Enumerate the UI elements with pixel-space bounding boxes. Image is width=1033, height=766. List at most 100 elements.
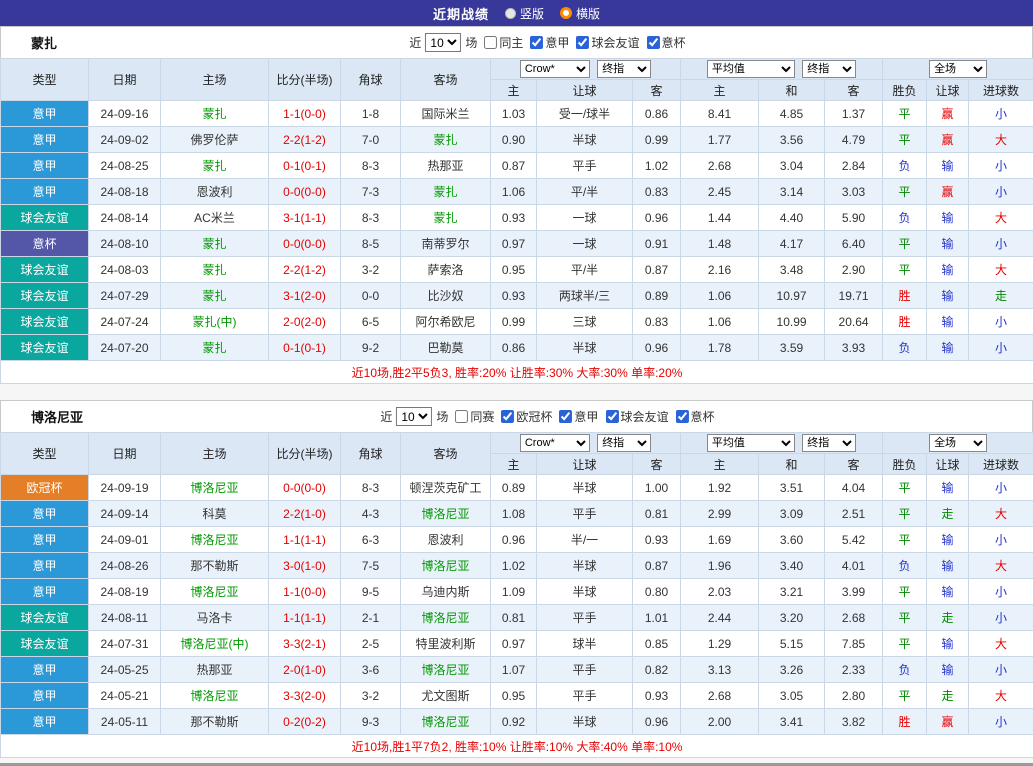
odds-provider-select[interactable]: Crow* bbox=[520, 60, 590, 78]
odds-provider-select[interactable]: Crow* bbox=[520, 434, 590, 452]
away-team-cell: 蒙扎 bbox=[401, 127, 491, 153]
col-header-corner: 角球 bbox=[341, 433, 401, 475]
score-cell: 3-1(1-1) bbox=[269, 205, 341, 231]
away-team-cell: 萨索洛 bbox=[401, 257, 491, 283]
filter-checkbox[interactable]: 欧冠杯 bbox=[494, 408, 552, 425]
results-table: 类型 日期 主场 比分(半场) 角球 客场 Crow* 终指 平均值 终指 全场 bbox=[0, 58, 1033, 384]
checkbox-input[interactable] bbox=[675, 410, 688, 423]
filter-checkbox[interactable]: 意甲 bbox=[523, 34, 569, 51]
odds-away-cell: 0.99 bbox=[633, 127, 681, 153]
avg-stage-select[interactable]: 终指 bbox=[802, 434, 856, 452]
avg-home-cell: 2.16 bbox=[681, 257, 759, 283]
scope-select[interactable]: 全场 bbox=[929, 434, 987, 452]
checkbox-input[interactable] bbox=[646, 36, 659, 49]
checkbox-input[interactable] bbox=[530, 36, 543, 49]
match-row: 意甲24-09-16蒙扎1-1(0-0)1-8国际米兰1.03受一/球半0.86… bbox=[1, 101, 1033, 127]
checkbox-input[interactable] bbox=[501, 410, 514, 423]
result-cell: 平 bbox=[883, 257, 927, 283]
checkbox-input[interactable] bbox=[559, 410, 572, 423]
layout-radio-horizontal[interactable]: 横版 bbox=[560, 5, 600, 22]
layout-radio-vertical[interactable]: 竖版 bbox=[505, 5, 544, 22]
checkbox-input[interactable] bbox=[605, 410, 618, 423]
handicap-result-cell: 赢 bbox=[927, 709, 969, 735]
date-cell: 24-08-03 bbox=[89, 257, 161, 283]
odds-away-cell: 0.82 bbox=[633, 657, 681, 683]
avg-stage-select[interactable]: 终指 bbox=[802, 60, 856, 78]
odds-home-cell: 1.06 bbox=[491, 179, 537, 205]
col-header-odds-home: 主 bbox=[491, 80, 537, 101]
avg-home-cell: 1.06 bbox=[681, 283, 759, 309]
col-header-date: 日期 bbox=[89, 433, 161, 475]
away-team-cell: 国际米兰 bbox=[401, 101, 491, 127]
avg-home-cell: 1.92 bbox=[681, 475, 759, 501]
avg-away-cell: 19.71 bbox=[825, 283, 883, 309]
avg-draw-cell: 3.04 bbox=[759, 153, 825, 179]
filter-checkbox[interactable]: 意杯 bbox=[639, 34, 685, 51]
odds-stage-select[interactable]: 终指 bbox=[597, 60, 651, 78]
avg-home-cell: 1.96 bbox=[681, 553, 759, 579]
result-cell: 平 bbox=[883, 127, 927, 153]
odds-stage-select[interactable]: 终指 bbox=[597, 434, 651, 452]
filter-checkbox[interactable]: 球会友谊 bbox=[598, 408, 668, 425]
goals-result-cell: 大 bbox=[969, 127, 1033, 153]
odds-home-cell: 1.03 bbox=[491, 101, 537, 127]
odds-group-header: Crow* 终指 bbox=[491, 59, 681, 80]
results-table: 类型 日期 主场 比分(半场) 角球 客场 Crow* 终指 平均值 终指 全场 bbox=[0, 432, 1033, 758]
result-cell: 平 bbox=[883, 101, 927, 127]
match-row: 球会友谊24-07-31博洛尼亚(中)3-3(2-1)2-5特里波利斯0.97球… bbox=[1, 631, 1033, 657]
result-cell: 平 bbox=[883, 527, 927, 553]
match-count-select[interactable]: 10 bbox=[425, 33, 461, 52]
result-cell: 负 bbox=[883, 153, 927, 179]
avg-away-cell: 5.90 bbox=[825, 205, 883, 231]
goals-result-cell: 大 bbox=[969, 631, 1033, 657]
result-cell: 负 bbox=[883, 205, 927, 231]
match-row: 球会友谊24-07-20蒙扎0-1(0-1)9-2巴勒莫0.86半球0.961.… bbox=[1, 335, 1033, 361]
handicap-cell: 三球 bbox=[537, 309, 633, 335]
score-cell: 1-1(1-1) bbox=[269, 527, 341, 553]
checkbox-input[interactable] bbox=[576, 36, 589, 49]
date-cell: 24-09-14 bbox=[89, 501, 161, 527]
date-cell: 24-09-16 bbox=[89, 101, 161, 127]
scope-select[interactable]: 全场 bbox=[929, 60, 987, 78]
odds-away-cell: 1.00 bbox=[633, 475, 681, 501]
result-cell: 负 bbox=[883, 335, 927, 361]
checkbox-label: 同赛 bbox=[470, 408, 494, 425]
handicap-cell: 两球半/三 bbox=[537, 283, 633, 309]
handicap-cell: 半球 bbox=[537, 127, 633, 153]
handicap-cell: 半球 bbox=[537, 709, 633, 735]
avg-away-cell: 3.03 bbox=[825, 179, 883, 205]
handicap-result-cell: 走 bbox=[927, 683, 969, 709]
score-cell: 1-1(1-1) bbox=[269, 605, 341, 631]
filter-checkbox[interactable]: 意杯 bbox=[668, 408, 714, 425]
col-header-handicap-result: 让球 bbox=[927, 454, 969, 475]
avg-home-cell: 2.68 bbox=[681, 153, 759, 179]
type-cell: 球会友谊 bbox=[1, 257, 89, 283]
match-row: 意甲24-09-01博洛尼亚1-1(1-1)6-3恩波利0.96半/一0.931… bbox=[1, 527, 1033, 553]
goals-result-cell: 小 bbox=[969, 101, 1033, 127]
type-cell: 意甲 bbox=[1, 153, 89, 179]
avg-home-cell: 2.00 bbox=[681, 709, 759, 735]
odds-away-cell: 1.02 bbox=[633, 153, 681, 179]
checkbox-input[interactable] bbox=[455, 410, 468, 423]
score-cell: 2-2(1-0) bbox=[269, 501, 341, 527]
team-panel-bologna: 博洛尼亚 近 10 场 同赛欧冠杯意甲球会友谊意杯 类型 日期 主场 比分(半场… bbox=[0, 400, 1033, 758]
type-cell: 意甲 bbox=[1, 553, 89, 579]
filter-checkbox[interactable]: 同主 bbox=[477, 34, 523, 51]
avg-away-cell: 2.84 bbox=[825, 153, 883, 179]
home-team-cell: 那不勒斯 bbox=[161, 553, 269, 579]
checkbox-label: 欧冠杯 bbox=[516, 408, 552, 425]
handicap-cell: 受一/球半 bbox=[537, 101, 633, 127]
handicap-cell: 半球 bbox=[537, 579, 633, 605]
type-cell: 球会友谊 bbox=[1, 605, 89, 631]
header-row-groups: 类型 日期 主场 比分(半场) 角球 客场 Crow* 终指 平均值 终指 全场 bbox=[1, 59, 1033, 80]
avg-type-select[interactable]: 平均值 bbox=[707, 60, 795, 78]
match-row: 球会友谊24-07-29蒙扎3-1(2-0)0-0比沙奴0.93两球半/三0.8… bbox=[1, 283, 1033, 309]
checkbox-input[interactable] bbox=[484, 36, 497, 49]
match-count-select[interactable]: 10 bbox=[396, 407, 432, 426]
avg-type-select[interactable]: 平均值 bbox=[707, 434, 795, 452]
odds-away-cell: 0.87 bbox=[633, 553, 681, 579]
filter-checkbox[interactable]: 意甲 bbox=[552, 408, 598, 425]
avg-away-cell: 3.99 bbox=[825, 579, 883, 605]
filter-checkbox[interactable]: 同赛 bbox=[448, 408, 494, 425]
filter-checkbox[interactable]: 球会友谊 bbox=[569, 34, 639, 51]
